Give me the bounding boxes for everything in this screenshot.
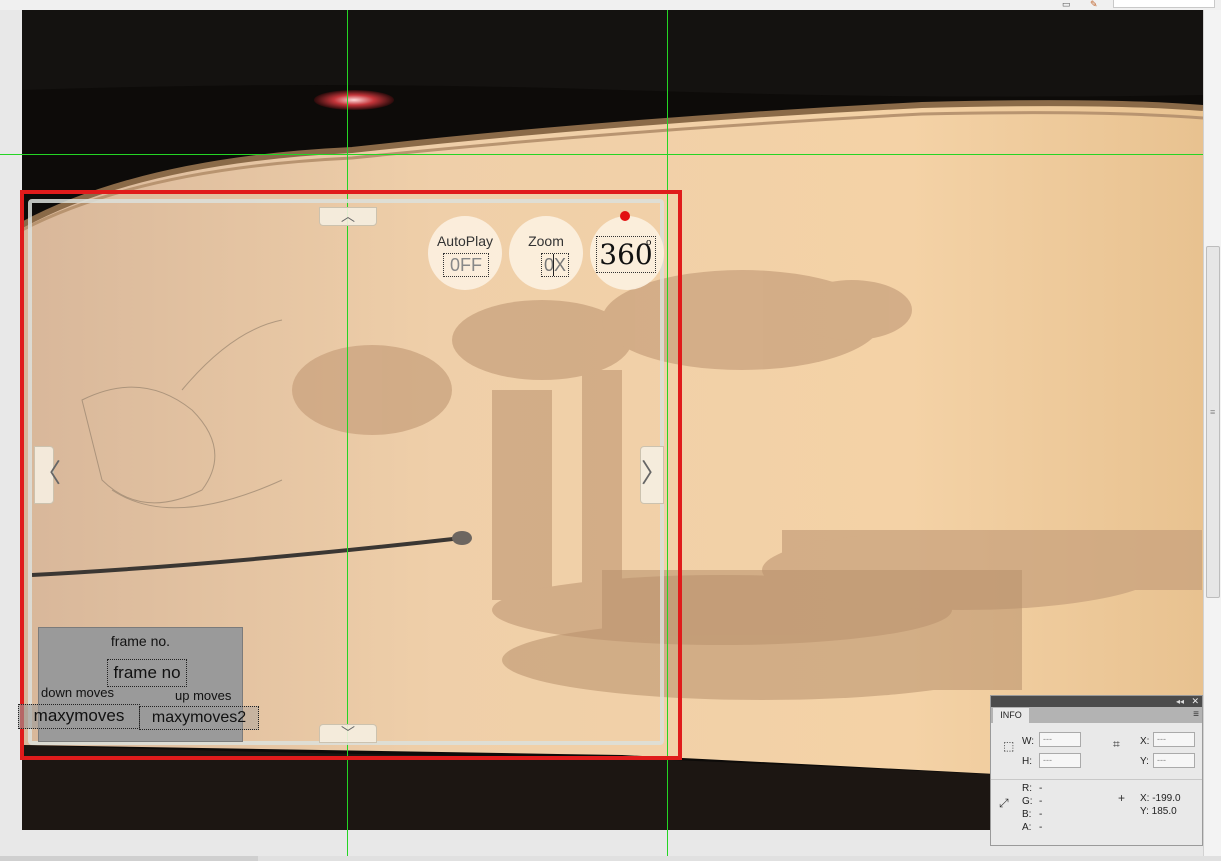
degree-symbol: o xyxy=(646,238,652,248)
toolbar-search-field[interactable] xyxy=(1113,0,1215,8)
nav-right-button[interactable]: 〉 xyxy=(640,446,667,504)
record-indicator xyxy=(620,211,630,221)
vertical-scrollbar-thumb[interactable] xyxy=(1206,246,1220,598)
h-field: --- xyxy=(1039,753,1081,768)
b-value: - xyxy=(1039,809,1043,820)
w-label: W: xyxy=(1022,736,1035,747)
info-tab-row: INFO ≡ xyxy=(991,707,1202,723)
guide-vertical-2[interactable] xyxy=(667,10,668,856)
tab-info[interactable]: INFO xyxy=(993,708,1029,723)
h-label: H: xyxy=(1022,756,1032,767)
autoplay-value[interactable]: 0FF xyxy=(443,253,489,277)
collapse-icon[interactable]: ◂◂ xyxy=(1176,696,1184,707)
position-icon: ⌗ xyxy=(1113,737,1120,751)
cursor-x-readout: X: -199.0 xyxy=(1140,793,1181,804)
a-label: A: xyxy=(1022,822,1032,833)
info-panel: ◂◂ ✕ INFO ≡ ⬚ W: --- H: --- ⌗ X: --- Y: … xyxy=(990,695,1203,846)
autoplay-control[interactable]: AutoPlay 0FF xyxy=(428,216,502,290)
vertical-scrollbar[interactable]: ≡ xyxy=(1203,10,1221,856)
g-label: G: xyxy=(1022,796,1033,807)
brush-icon[interactable]: ✎ xyxy=(1090,0,1104,9)
top-toolbar: ▭ ✎ xyxy=(0,0,1221,10)
horizontal-scrollbar-thumb[interactable] xyxy=(0,856,258,861)
eyedropper-icon: ⤢ xyxy=(999,796,1009,810)
close-icon[interactable]: ✕ xyxy=(1191,696,1199,707)
b-label: B: xyxy=(1022,809,1032,820)
a-value: - xyxy=(1039,822,1043,833)
w-field: --- xyxy=(1039,732,1081,747)
crosshair-icon: + xyxy=(1118,791,1126,805)
autoplay-label: AutoPlay xyxy=(436,233,494,249)
x-label: X: xyxy=(1140,736,1150,747)
text-cursor xyxy=(553,254,554,276)
size-icon: ⬚ xyxy=(1003,739,1015,753)
r-label: R: xyxy=(1022,783,1032,794)
layout-icon[interactable]: ▭ xyxy=(1062,0,1076,9)
zoom-value[interactable]: 0X xyxy=(541,253,569,277)
panel-menu-icon[interactable]: ≡ xyxy=(1193,709,1199,721)
y-field: --- xyxy=(1153,753,1195,768)
info-divider xyxy=(991,779,1202,780)
r-value: - xyxy=(1039,783,1043,794)
maxymoves-field[interactable]: maxymoves xyxy=(18,704,140,729)
nav-down-button[interactable]: ﹀ xyxy=(319,724,377,743)
zoom-control[interactable]: Zoom 0X xyxy=(509,216,583,290)
horizontal-scrollbar[interactable] xyxy=(0,856,1221,861)
spin-360-control[interactable]: 360 o xyxy=(590,216,664,290)
cursor-y-readout: Y: 185.0 xyxy=(1140,806,1177,817)
nav-up-button[interactable]: ︿ xyxy=(319,207,377,226)
y-label: Y: xyxy=(1140,756,1149,767)
g-value: - xyxy=(1039,796,1043,807)
up-moves-label: up moves xyxy=(175,688,232,703)
maxymoves2-field[interactable]: maxymoves2 xyxy=(139,706,259,730)
guide-horizontal-1[interactable] xyxy=(0,154,1203,155)
zoom-label: Zoom xyxy=(528,233,564,249)
nav-left-button[interactable]: 〈 xyxy=(34,446,61,504)
down-moves-label: down moves xyxy=(41,685,114,700)
frame-panel-title: frame no. xyxy=(110,633,171,649)
scroll-grip-icon: ≡ xyxy=(1210,407,1216,417)
info-panel-titlebar[interactable]: ◂◂ ✕ xyxy=(991,696,1202,707)
frame-number-field[interactable]: frame no xyxy=(107,659,187,687)
x-field: --- xyxy=(1153,732,1195,747)
